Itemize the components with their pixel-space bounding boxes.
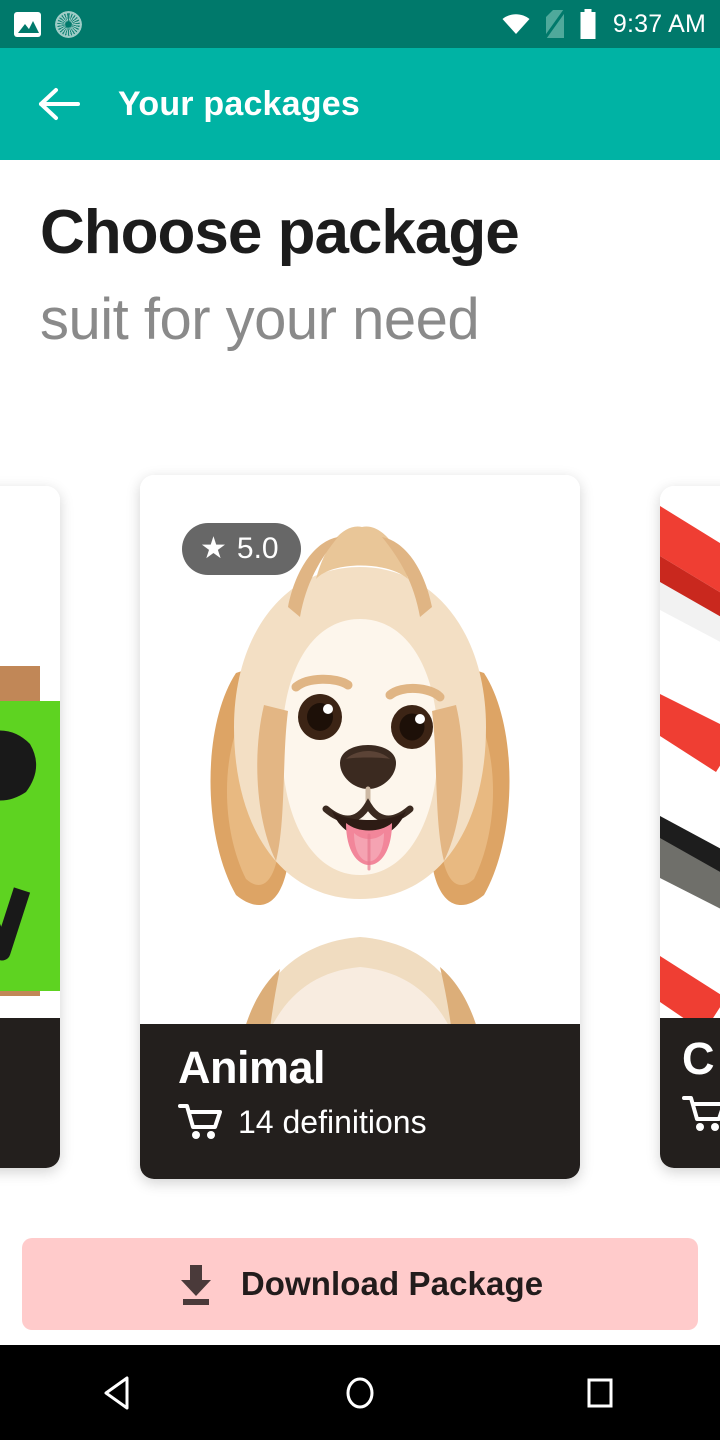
phone-screen: 9:37 AM Your packages Choose package sui…: [0, 0, 720, 1440]
download-icon: [180, 1265, 211, 1305]
package-card-left[interactable]: [0, 486, 60, 1168]
android-nav-bar: [0, 1345, 720, 1440]
download-package-label: Download Package: [240, 1265, 544, 1302]
nav-home-button[interactable]: [300, 1345, 420, 1440]
battery-icon: [580, 9, 596, 39]
sync-progress-icon: [55, 10, 82, 38]
app-bar: Your packages: [0, 48, 720, 160]
package-card-right-title: C: [682, 1033, 715, 1084]
status-bar-clock: 9:37 AM: [612, 9, 706, 38]
status-bar-left-icons: [14, 10, 82, 38]
back-arrow-icon: [39, 88, 80, 120]
package-card-right[interactable]: C: [660, 486, 720, 1168]
package-card-right-meta: [682, 1095, 720, 1138]
sim-off-icon: [543, 9, 566, 39]
photo-icon: [14, 11, 41, 37]
nav-back-button[interactable]: [60, 1345, 180, 1440]
nav-recents-button[interactable]: [540, 1345, 660, 1440]
status-bar: 9:37 AM: [0, 0, 720, 48]
package-rating-value: 5.0: [236, 532, 279, 565]
star-icon: ★: [200, 532, 227, 565]
page-subtitle: suit for your need: [40, 287, 480, 353]
package-card-animal[interactable]: ★ 5.0 Animal 14 definitions: [140, 475, 580, 1179]
package-rating-badge: ★ 5.0: [182, 523, 301, 575]
page-heading-group: Choose package suit for your need: [0, 200, 720, 354]
back-button[interactable]: [24, 68, 96, 140]
download-package-button[interactable]: Download Package: [22, 1238, 698, 1330]
app-bar-title: Your packages: [118, 84, 360, 123]
package-carousel[interactable]: ★ 5.0 Animal 14 definitions C: [0, 472, 720, 1184]
package-card-animal-label: Animal 14 definitions: [140, 1024, 580, 1179]
package-card-left-label: [0, 1018, 60, 1168]
cart-icon: [682, 1096, 720, 1131]
back-triangle-icon: [104, 1376, 129, 1409]
package-card-right-label: C: [660, 1018, 720, 1168]
package-card-animal-definitions: 14 definitions: [238, 1103, 427, 1140]
page-title: Choose package: [40, 198, 520, 267]
package-card-animal-title: Animal: [178, 1042, 326, 1093]
status-bar-right-icons: 9:37 AM: [501, 9, 706, 39]
package-card-animal-meta: 14 definitions: [178, 1103, 580, 1141]
home-circle-icon: [346, 1377, 374, 1408]
cart-icon: [178, 1104, 222, 1140]
recents-square-icon: [587, 1378, 613, 1407]
wifi-icon: [502, 14, 530, 34]
